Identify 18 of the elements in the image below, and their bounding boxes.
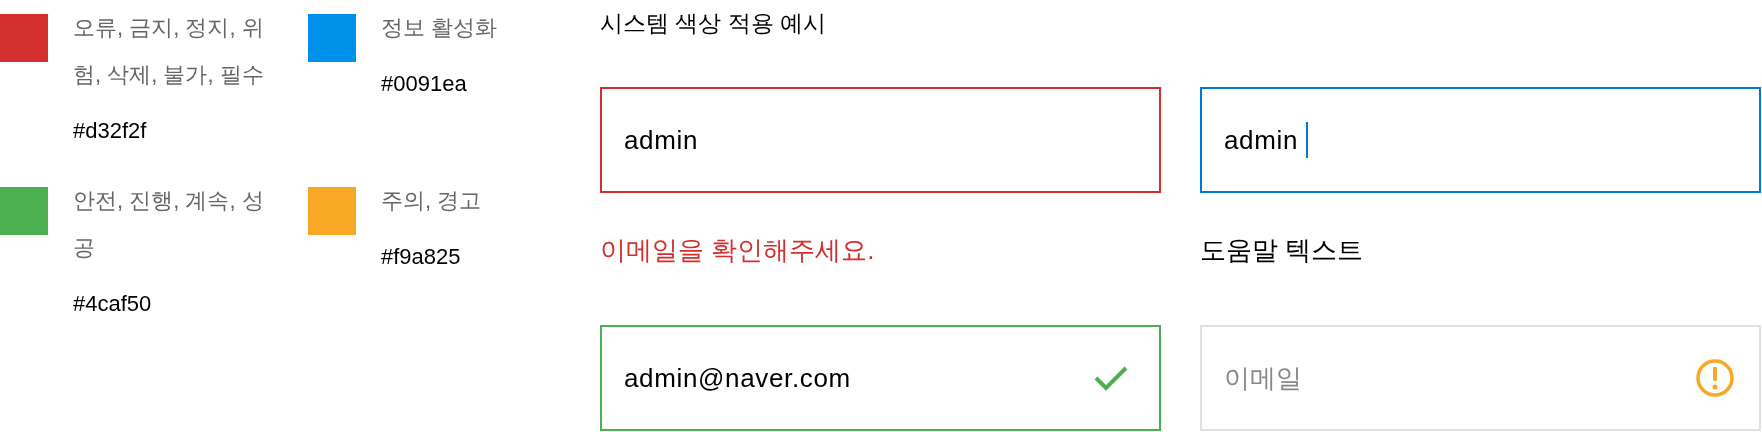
color-usage: 오류, 금지, 정지, 위험, 삭제, 불가, 필수	[73, 14, 265, 89]
color-usage: 정보 활성화	[381, 14, 499, 42]
input-field[interactable]: admin	[600, 87, 1161, 193]
warning-icon	[1695, 358, 1735, 398]
check-icon	[1093, 364, 1129, 392]
color-code: #4caf50	[73, 290, 153, 318]
section-title: 시스템 색상 적용 예시	[600, 10, 827, 36]
color-code: #f9a825	[381, 243, 462, 271]
color-usage: 주의, 경고	[381, 187, 483, 215]
error-message: 이메일을 확인해주세요.	[600, 235, 875, 265]
color-usage: 안전, 진행, 계속, 성공	[73, 187, 265, 262]
input-field[interactable]: admin	[1200, 87, 1761, 193]
helper-text: 도움말 텍스트	[1200, 235, 1364, 265]
color-code: #d32f2f	[73, 117, 148, 145]
input-field[interactable]: 이메일	[1200, 325, 1761, 431]
color-code: #0091ea	[381, 70, 468, 98]
text-cursor	[1306, 122, 1309, 158]
input-field[interactable]: admin@naver.com	[600, 325, 1161, 431]
